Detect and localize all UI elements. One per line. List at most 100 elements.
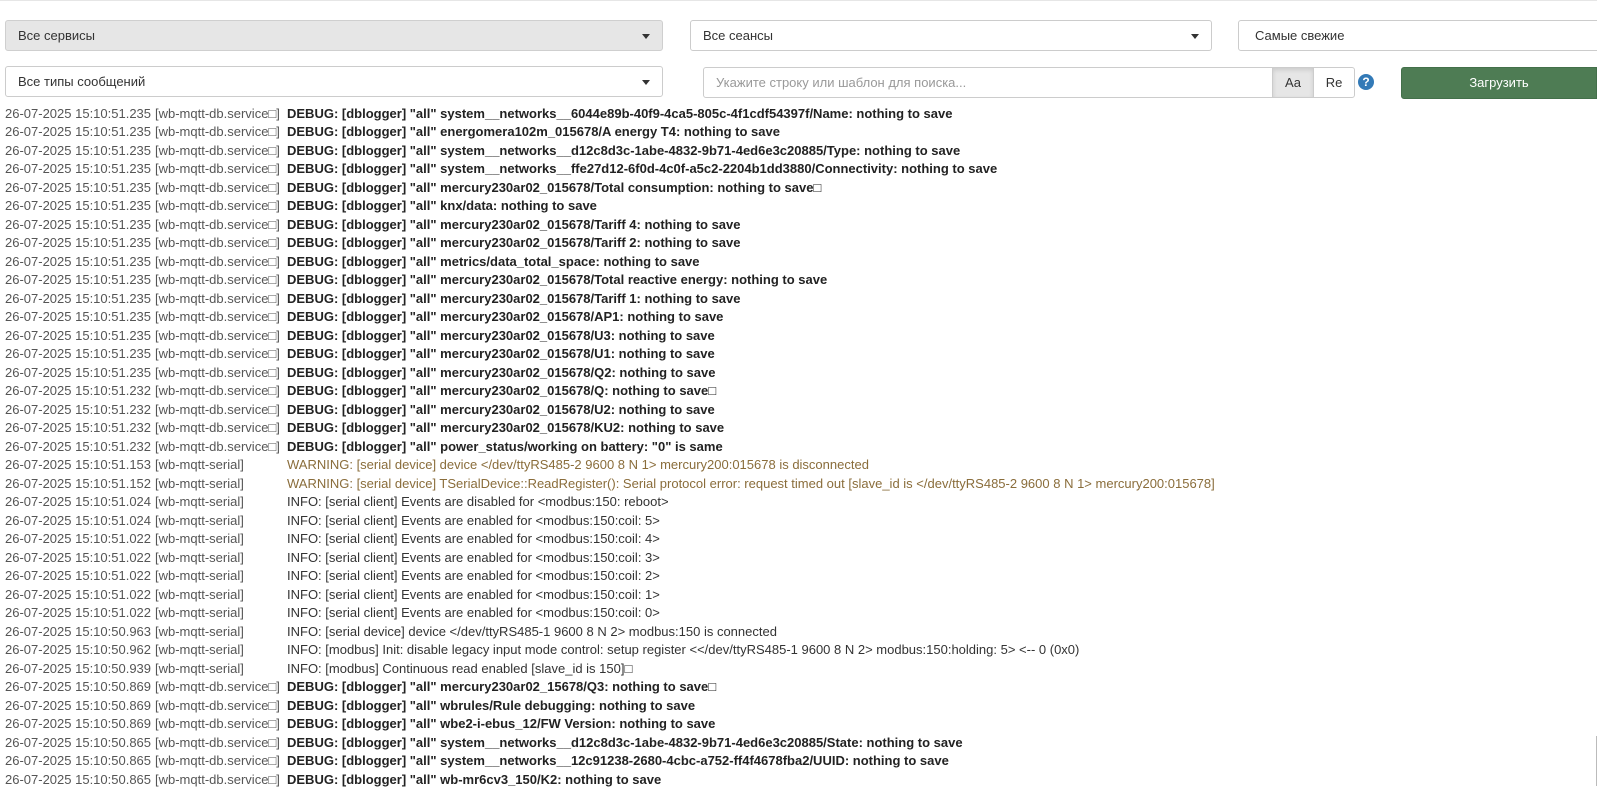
log-message: DEBUG: [dblogger] "all" system__networks… (287, 753, 949, 768)
log-message: DEBUG: [dblogger] "all" wbrules/Rule deb… (287, 697, 696, 713)
log-time: 26-07-2025 15:10:51.235 (5, 108, 152, 121)
log-message: INFO: [serial client] Events are enabled… (287, 568, 660, 583)
log-time: 26-07-2025 15:10:50.962 (5, 642, 152, 657)
log-service: [wb-mqtt-db.service□] (155, 716, 280, 731)
log-message: INFO: [modbus] Continuous read enabled [… (287, 660, 633, 676)
log-message: INFO: [serial client] Events are enabled… (287, 512, 660, 528)
log-message: INFO: [serial client] Events are enabled… (287, 549, 660, 565)
log-time: 26-07-2025 15:10:51.235 (5, 253, 152, 269)
log-row: 26-07-2025 15:10:51.235 [wb-mqtt-db.servi… (0, 290, 1597, 309)
log-service: [wb-mqtt-serial] (155, 586, 244, 602)
log-row: 26-07-2025 15:10:50.869 [wb-mqtt-db.servi… (0, 678, 1597, 697)
log-service: [wb-mqtt-serial] (155, 512, 244, 528)
log-time: 26-07-2025 15:10:51.022 (5, 586, 152, 602)
log-time: 26-07-2025 15:10:51.235 (5, 179, 152, 195)
log-row: 26-07-2025 15:10:51.022 [wb-mqtt-serial] I… (0, 586, 1597, 605)
log-row: 26-07-2025 15:10:51.235 [wb-mqtt-db.servi… (0, 108, 1597, 123)
regex-toggle[interactable]: Re (1313, 67, 1355, 98)
log-row: 26-07-2025 15:10:51.232 [wb-mqtt-db.servi… (0, 401, 1597, 420)
log-row: 26-07-2025 15:10:51.235 [wb-mqtt-db.servi… (0, 160, 1597, 179)
log-time: 26-07-2025 15:10:51.235 (5, 142, 152, 158)
log-service: [wb-mqtt-db.service□] (155, 124, 280, 139)
log-message: INFO: [modbus] Init: disable legacy inpu… (287, 642, 1080, 657)
log-message: INFO: [serial client] Events are enabled… (287, 586, 660, 602)
log-row: 26-07-2025 15:10:51.235 [wb-mqtt-db.servi… (0, 234, 1597, 253)
log-message: DEBUG: [dblogger] "all" mercury230ar02_0… (287, 364, 716, 380)
log-service: [wb-mqtt-db.service□] (155, 235, 280, 250)
log-row: 26-07-2025 15:10:50.869 [wb-mqtt-db.servi… (0, 697, 1597, 716)
log-time: 26-07-2025 15:10:51.024 (5, 494, 152, 509)
log-message: DEBUG: [dblogger] "all" mercury230ar02_0… (287, 272, 828, 287)
log-time: 26-07-2025 15:10:51.022 (5, 605, 152, 620)
sort-select[interactable]: Самые свежие (1238, 20, 1597, 51)
log-time: 26-07-2025 15:10:51.022 (5, 549, 152, 565)
services-select[interactable]: Все сервисы (5, 20, 663, 51)
load-button[interactable]: Загрузить (1401, 67, 1597, 99)
log-row: 26-07-2025 15:10:51.235 [wb-mqtt-db.servi… (0, 123, 1597, 142)
services-select-value: Все сервисы (18, 28, 95, 43)
log-service: [wb-mqtt-db.service□] (155, 198, 280, 213)
help-icon[interactable]: ? (1358, 74, 1374, 90)
log-service: [wb-mqtt-serial] (155, 623, 244, 639)
log-time: 26-07-2025 15:10:51.232 (5, 383, 152, 398)
log-message: INFO: [serial client] Events are enabled… (287, 605, 660, 620)
log-time: 26-07-2025 15:10:50.869 (5, 679, 152, 694)
log-service: [wb-mqtt-serial] (155, 642, 244, 657)
log-time: 26-07-2025 15:10:51.235 (5, 161, 152, 176)
log-message: WARNING: [serial device] device </dev/tt… (287, 457, 869, 472)
log-service: [wb-mqtt-db.service□] (155, 679, 280, 694)
log-message: DEBUG: [dblogger] "all" system__networks… (287, 734, 963, 750)
message-types-select-value: Все типы сообщений (18, 74, 146, 89)
log-time: 26-07-2025 15:10:51.235 (5, 290, 152, 306)
log-message: DEBUG: [dblogger] "all" energomera102m_0… (287, 124, 780, 139)
log-message: DEBUG: [dblogger] "all" mercury230ar02_0… (287, 420, 725, 435)
chevron-down-icon (642, 34, 650, 39)
log-time: 26-07-2025 15:10:50.865 (5, 771, 152, 787)
log-time: 26-07-2025 15:10:50.865 (5, 734, 152, 750)
log-service: [wb-mqtt-db.service□] (155, 438, 280, 454)
log-message: DEBUG: [dblogger] "all" mercury230ar02_0… (287, 327, 715, 343)
log-row: 26-07-2025 15:10:51.235 [wb-mqtt-db.servi… (0, 142, 1597, 161)
log-service: [wb-mqtt-db.service□] (155, 142, 280, 158)
log-message: DEBUG: [dblogger] "all" mercury230ar02_1… (287, 679, 717, 694)
log-service: [wb-mqtt-db.service□] (155, 734, 280, 750)
sessions-select-value: Все сеансы (703, 28, 773, 43)
log-service: [wb-mqtt-db.service□] (155, 216, 280, 232)
sessions-select[interactable]: Все сеансы (690, 20, 1212, 51)
log-time: 26-07-2025 15:10:50.963 (5, 623, 152, 639)
log-row: 26-07-2025 15:10:50.865 [wb-mqtt-db.servi… (0, 734, 1597, 753)
log-row: 26-07-2025 15:10:51.235 [wb-mqtt-db.servi… (0, 216, 1597, 235)
log-message: DEBUG: [dblogger] "all" system__networks… (287, 161, 998, 176)
log-row: 26-07-2025 15:10:51.232 [wb-mqtt-db.servi… (0, 438, 1597, 457)
log-time: 26-07-2025 15:10:51.153 (5, 457, 152, 472)
log-row: 26-07-2025 15:10:51.024 [wb-mqtt-serial] I… (0, 493, 1597, 512)
log-time: 26-07-2025 15:10:51.235 (5, 346, 152, 361)
log-service: [wb-mqtt-db.service□] (155, 327, 280, 343)
log-row: 26-07-2025 15:10:51.022 [wb-mqtt-serial] I… (0, 567, 1597, 586)
log-row: 26-07-2025 15:10:51.153 [wb-mqtt-serial] W… (0, 456, 1597, 475)
log-time: 26-07-2025 15:10:51.235 (5, 216, 152, 232)
log-message: INFO: [serial client] Events are disable… (287, 494, 669, 509)
log-time: 26-07-2025 15:10:50.869 (5, 697, 152, 713)
log-message: DEBUG: [dblogger] "all" mercury230ar02_0… (287, 346, 715, 361)
log-message: DEBUG: [dblogger] "all" system__networks… (287, 142, 961, 158)
log-row: 26-07-2025 15:10:50.865 [wb-mqtt-db.servi… (0, 771, 1597, 790)
log-service: [wb-mqtt-serial] (155, 660, 244, 676)
log-row: 26-07-2025 15:10:50.865 [wb-mqtt-db.servi… (0, 752, 1597, 771)
log-message: DEBUG: [dblogger] "all" mercury230ar02_0… (287, 216, 741, 232)
log-service: [wb-mqtt-db.service□] (155, 346, 280, 361)
log-message: DEBUG: [dblogger] "all" knx/data: nothin… (287, 198, 597, 213)
search-input[interactable] (703, 67, 1273, 98)
log-message: DEBUG: [dblogger] "all" mercury230ar02_0… (287, 179, 822, 195)
log-message: INFO: [serial device] device </dev/ttyRS… (287, 623, 777, 639)
log-row: 26-07-2025 15:10:51.022 [wb-mqtt-serial] I… (0, 530, 1597, 549)
log-list[interactable]: 26-07-2025 15:10:51.235 [wb-mqtt-db.servi… (0, 108, 1597, 793)
case-sensitive-toggle[interactable]: Aa (1272, 67, 1314, 98)
message-types-select[interactable]: Все типы сообщений (5, 66, 663, 97)
chevron-down-icon (1191, 34, 1199, 39)
sort-select-value: Самые свежие (1255, 28, 1345, 43)
log-row: 26-07-2025 15:10:51.022 [wb-mqtt-serial] I… (0, 604, 1597, 623)
log-service: [wb-mqtt-db.service□] (155, 309, 280, 324)
log-message: DEBUG: [dblogger] "all" system__networks… (287, 108, 953, 121)
log-service: [wb-mqtt-db.service□] (155, 771, 280, 787)
